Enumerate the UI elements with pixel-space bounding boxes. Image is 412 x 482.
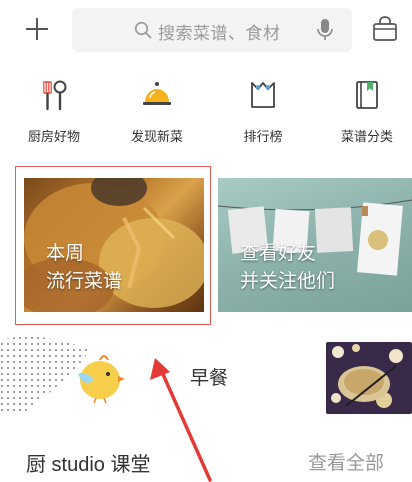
search-icon [134,21,152,39]
breakfast-food-image [326,342,412,414]
add-icon[interactable] [22,14,52,44]
search-bar[interactable]: 搜索菜谱、食材 [72,8,352,52]
category-label: 厨房好物 [27,129,80,144]
section-header: 厨 studio 课堂 查看全部 [0,440,412,482]
category-label: 发现新菜 [130,129,183,144]
category-kitchen-goods[interactable]: 厨房好物 [9,78,99,145]
category-label: 菜谱分类 [340,129,393,144]
highlight-box [15,166,211,325]
dish-bell-icon [143,82,171,105]
card-caption-line: 并关注他们 [240,271,336,292]
shopping-bag-icon[interactable] [372,16,398,42]
category-row: 厨房好物 发现新菜 排行榜 菜谱分类 [0,78,412,158]
card-caption-line: 查看好友 [240,243,317,264]
breakfast-thumbnail[interactable] [326,342,412,414]
category-recipe-types[interactable]: 菜谱分类 [322,78,412,145]
follow-friends-caption: 查看好友 并关注他们 [240,240,335,296]
follow-friends-card[interactable]: 查看好友 并关注他们 [218,178,412,312]
section-title: 厨 studio 课堂 [26,454,151,476]
ranking-icon [251,82,275,108]
microphone-icon[interactable] [316,18,334,42]
recipe-book-icon [356,81,378,109]
category-label: 排行榜 [243,129,283,144]
chick-icon [78,355,125,404]
category-discover-new[interactable]: 发现新菜 [112,78,202,145]
search-placeholder: 搜索菜谱、食材 [158,24,281,43]
breakfast-label: 早餐 [190,368,229,389]
kitchen-tools-icon [43,80,67,111]
top-bar: 搜索菜谱、食材 [0,0,412,66]
view-all-link[interactable]: 查看全部 [308,448,384,475]
category-ranking[interactable]: 排行榜 [218,78,308,145]
